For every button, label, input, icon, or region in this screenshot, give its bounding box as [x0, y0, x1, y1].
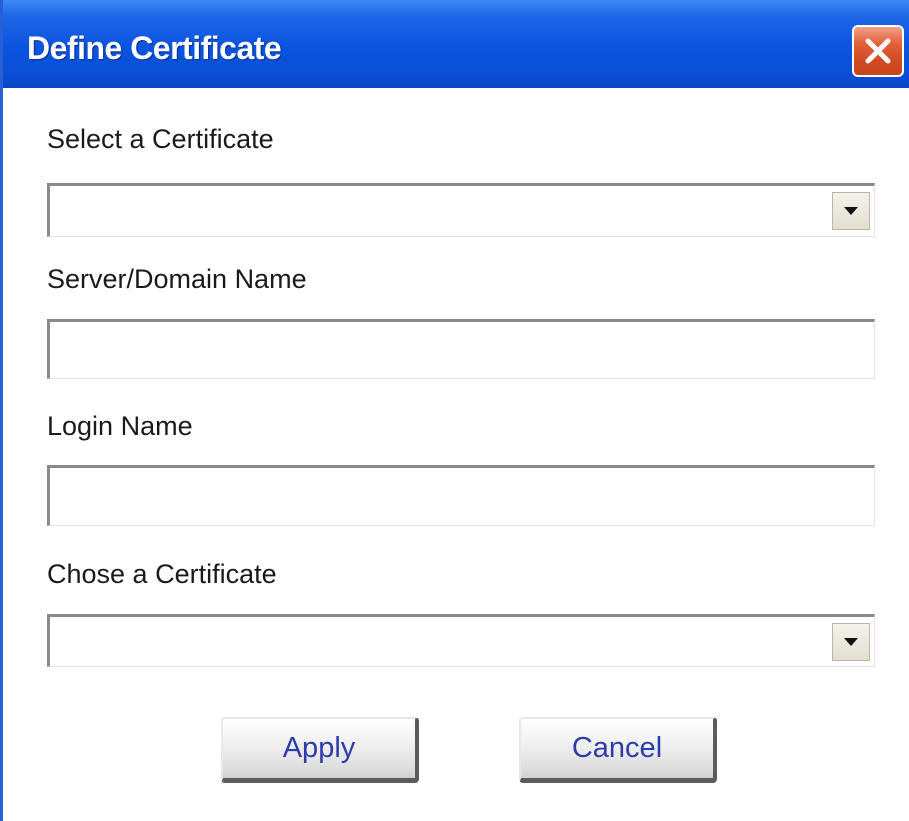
dropdown-arrow-icon [844, 207, 858, 215]
define-certificate-dialog: Define Certificate Select a Certificate … [0, 0, 909, 821]
server-domain-label: Server/Domain Name [47, 264, 307, 294]
chose-certificate-label: Chose a Certificate [47, 559, 277, 589]
login-name-label: Login Name [47, 411, 193, 441]
dropdown-arrow-icon [844, 638, 858, 646]
cancel-button[interactable]: Cancel [519, 717, 717, 783]
login-name-input[interactable] [47, 465, 875, 526]
close-icon [865, 38, 891, 64]
title-bar[interactable]: Define Certificate [3, 0, 909, 88]
select-certificate-label: Select a Certificate [47, 124, 274, 154]
chose-certificate-dropdown-button[interactable] [832, 623, 870, 661]
server-domain-input[interactable] [47, 319, 875, 379]
apply-button[interactable]: Apply [221, 717, 419, 783]
window-title: Define Certificate [27, 30, 282, 66]
select-certificate-dropdown[interactable] [47, 183, 875, 237]
chose-certificate-dropdown[interactable] [47, 614, 875, 667]
select-certificate-dropdown-button[interactable] [832, 192, 870, 230]
close-button[interactable] [852, 25, 904, 77]
